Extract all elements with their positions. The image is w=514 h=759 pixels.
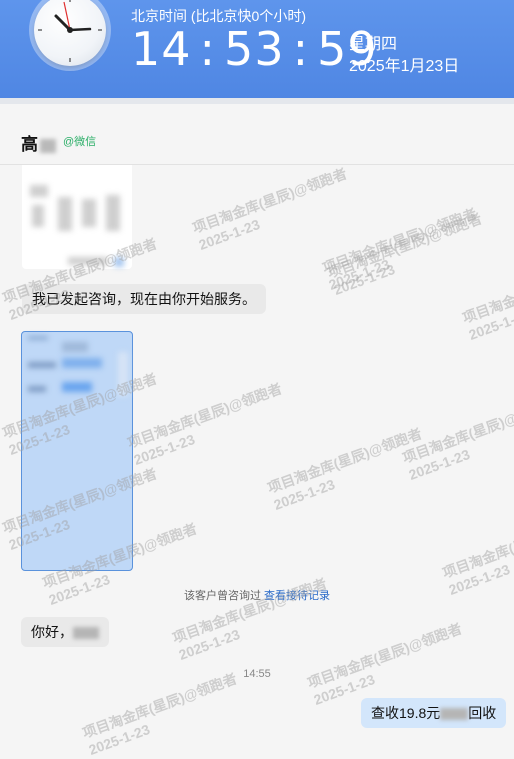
redacted-name	[40, 138, 56, 153]
time-minutes: 53	[224, 22, 285, 76]
time-hours: 14	[131, 22, 192, 76]
message-bubble[interactable]: 你好，	[21, 617, 109, 647]
wechat-source-tag: @微信	[63, 136, 97, 148]
time-colon: :	[199, 22, 217, 76]
agent-message-bubble[interactable]: 查收19.8元 回收	[361, 698, 507, 728]
message-text: 你好，	[31, 624, 73, 640]
screenshot-image-message[interactable]	[21, 331, 133, 571]
redacted-text	[440, 708, 469, 721]
date-label: 2025年1月23日	[349, 58, 460, 75]
analog-clock-icon	[26, 0, 110, 84]
chat-messages[interactable]: 我已发起咨询，现在由你开始服务。 该客户曾咨询过 查看接待记录 你好， 14:5…	[0, 165, 514, 750]
digital-time: 14:53:59	[131, 22, 378, 76]
contact-name[interactable]: 高	[21, 130, 56, 155]
image-message[interactable]	[22, 165, 132, 269]
time-colon: :	[292, 22, 310, 76]
view-reception-history-link[interactable]: 查看接待记录	[264, 590, 330, 602]
clock-header: 北京时间 (比北京快0个小时) 14:53:59 星期四 2025年1月23日	[0, 0, 514, 100]
chat-header: 高 @微信	[0, 104, 514, 165]
message-text: 查收19.8元	[371, 705, 441, 721]
system-notice: 该客户曾咨询过 查看接待记录	[0, 587, 514, 603]
message-bubble[interactable]: 我已发起咨询，现在由你开始服务。	[22, 284, 266, 314]
weekday-label: 星期四	[349, 36, 398, 53]
message-timestamp: 14:55	[243, 668, 271, 680]
contact-name-text: 高	[21, 135, 38, 154]
system-notice-text: 该客户曾咨询过	[183, 590, 261, 602]
redacted-text	[73, 627, 99, 640]
message-text: 回收	[468, 705, 497, 721]
